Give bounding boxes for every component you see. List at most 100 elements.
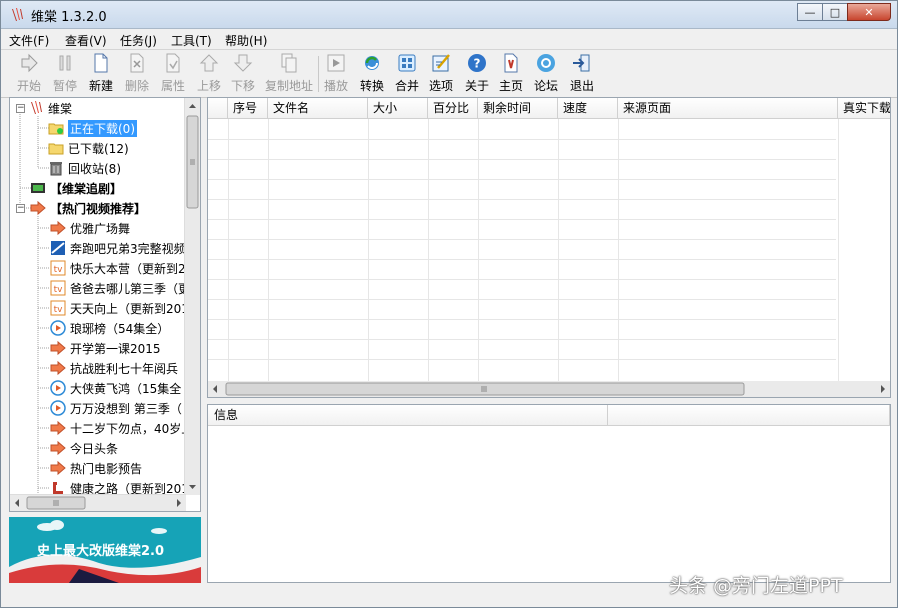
- pause-button[interactable]: 暂停: [53, 52, 77, 96]
- menu-tools[interactable]: 工具(T): [171, 32, 212, 49]
- start-button[interactable]: 开始: [17, 52, 41, 96]
- tree-hot-item[interactable]: 万万没想到 第三季（: [50, 398, 182, 418]
- info-header[interactable]: 信息: [208, 405, 608, 426]
- grid-line: [838, 119, 839, 381]
- maximize-button[interactable]: □: [822, 3, 848, 21]
- list-horizontal-scrollbar[interactable]: [208, 381, 890, 397]
- column-header-real-download[interactable]: 真实下载: [838, 98, 890, 119]
- tree-item-downloaded[interactable]: 已下载(12): [48, 138, 129, 158]
- svg-text:tv: tv: [54, 285, 64, 295]
- tree-item-hot-videos[interactable]: 【热门视频推荐】: [30, 198, 146, 218]
- tree-item-label: 优雅广场舞: [70, 221, 131, 236]
- playback-icon: [327, 54, 345, 72]
- merge-button[interactable]: 合并: [395, 52, 419, 96]
- tv-series-icon: [31, 183, 45, 193]
- menu-file[interactable]: 文件(F): [9, 32, 49, 49]
- minimize-button[interactable]: —: [797, 3, 823, 21]
- delete-button[interactable]: 删除: [125, 52, 149, 96]
- menu-help[interactable]: 帮助(H): [225, 32, 267, 49]
- tree-collapse-toggle[interactable]: −: [16, 104, 25, 113]
- info-panel[interactable]: 信息: [207, 404, 891, 583]
- column-header-size[interactable]: 大小: [368, 98, 428, 119]
- tree-hot-item[interactable]: 优雅广场舞: [50, 218, 130, 238]
- tree-item-recycle-bin[interactable]: 回收站(8): [48, 158, 121, 178]
- column-header-index[interactable]: 序号: [228, 98, 268, 119]
- homepage-button[interactable]: 主页: [499, 52, 523, 96]
- grid-line: [208, 179, 836, 180]
- tree-hot-item[interactable]: 今日头条: [50, 438, 118, 458]
- app-logo-icon: [31, 101, 42, 114]
- trash-icon: [50, 162, 62, 176]
- column-header-speed[interactable]: 速度: [558, 98, 618, 119]
- tree-hot-item[interactable]: tv 爸爸去哪儿第三季（更: [50, 278, 190, 298]
- grid-line: [208, 219, 836, 220]
- info-header-extra[interactable]: [608, 405, 890, 426]
- tree-hot-item[interactable]: 抗战胜利七十年阅兵: [50, 358, 178, 378]
- tree-hot-item[interactable]: 奔跑吧兄弟3完整视频: [50, 238, 186, 258]
- options-button[interactable]: 选项: [429, 52, 453, 96]
- play-icon: [21, 53, 38, 73]
- arrow-right-icon: [50, 440, 66, 456]
- tree-vertical-scrollbar[interactable]: [184, 98, 200, 495]
- copy-address-button[interactable]: 复制地址: [265, 52, 313, 96]
- title-bar[interactable]: 维棠 1.3.2.0 — □ ✕: [1, 1, 897, 29]
- column-header-remaining-time[interactable]: 剩余时间: [478, 98, 558, 119]
- exit-button[interactable]: 退出: [570, 52, 594, 96]
- tree-item-label: 回收站(8): [68, 161, 121, 176]
- copy-address-icon: [281, 53, 297, 73]
- about-icon: ?: [468, 54, 486, 72]
- tree-hot-item[interactable]: 大侠黄飞鸿（15集全: [50, 378, 181, 398]
- move-up-icon: [199, 54, 219, 72]
- tree-item-label: 【维棠追剧】: [50, 181, 123, 196]
- scrollbar-graphics: [15, 496, 181, 510]
- tv-icon: tv: [50, 300, 66, 316]
- convert-icon: [365, 56, 379, 70]
- column-header-select[interactable]: [208, 98, 228, 119]
- download-list[interactable]: 序号 文件名 大小 百分比 剩余时间 速度 来源页面 真实下载: [207, 97, 891, 398]
- tree-item-label: 快乐大本营（更新到2: [70, 261, 186, 276]
- tree-hot-item[interactable]: tv 快乐大本营（更新到2: [50, 258, 186, 278]
- tree-hot-item[interactable]: 热门电影预告: [50, 458, 142, 478]
- tree-item-label: 十二岁下勿点，40岁上: [70, 421, 194, 436]
- new-button[interactable]: 新建: [89, 52, 113, 96]
- about-button[interactable]: ? 关于: [465, 52, 489, 96]
- play-button[interactable]: 播放: [324, 52, 348, 96]
- convert-button[interactable]: 转换: [360, 52, 384, 96]
- arrow-right-icon: [50, 460, 66, 476]
- properties-icon: [166, 53, 180, 73]
- category-tree[interactable]: − − 维棠 正在下载(0) 已下载(12) 回收站(8) 【维棠追剧】 【热门…: [9, 97, 201, 512]
- move-up-button[interactable]: 上移: [197, 52, 221, 96]
- tree-hot-item[interactable]: 十二岁下勿点，40岁上: [50, 418, 193, 438]
- tv-icon: tv: [50, 280, 66, 296]
- properties-button[interactable]: 属性: [161, 52, 185, 96]
- move-down-button[interactable]: 下移: [231, 52, 255, 96]
- tv-icon: tv: [50, 260, 66, 276]
- tree-item-label: 奔跑吧兄弟3完整视频: [70, 241, 186, 256]
- tree-item-label: 正在下载(0): [68, 119, 137, 137]
- tree-item-downloading[interactable]: 正在下载(0): [48, 118, 137, 138]
- tree-horizontal-scrollbar[interactable]: [10, 494, 186, 511]
- main-window: 维棠 1.3.2.0 — □ ✕ 文件(F) 查看(V) 任务(J) 工具(T)…: [0, 0, 898, 608]
- tree-hot-item[interactable]: 开学第一课2015: [50, 338, 161, 358]
- close-button[interactable]: ✕: [847, 3, 891, 21]
- column-header-filename[interactable]: 文件名: [268, 98, 368, 119]
- menu-view[interactable]: 查看(V): [65, 32, 107, 49]
- column-header-source-page[interactable]: 来源页面: [618, 98, 838, 119]
- forum-button[interactable]: 论坛: [534, 52, 558, 96]
- tree-hot-item[interactable]: 琅琊榜（54集全）: [50, 318, 169, 338]
- menu-task[interactable]: 任务(J): [120, 32, 157, 49]
- tree-hot-item[interactable]: tv 天天向上（更新到201: [50, 298, 189, 318]
- video-site-icon: [51, 241, 65, 255]
- promo-banner[interactable]: 史上最大改版维棠2.0: [9, 517, 201, 583]
- svg-text:tv: tv: [54, 305, 64, 315]
- move-down-icon: [233, 54, 253, 72]
- grid-line: [208, 259, 836, 260]
- tree-item-drama[interactable]: 【维棠追剧】: [30, 178, 122, 198]
- tree-root[interactable]: 维棠: [28, 98, 72, 118]
- column-header-percent[interactable]: 百分比: [428, 98, 478, 119]
- grid-line: [208, 319, 836, 320]
- tree-collapse-toggle[interactable]: −: [16, 204, 25, 213]
- arrow-right-icon: [50, 360, 66, 376]
- tree-item-label: 抗战胜利七十年阅兵: [70, 361, 179, 376]
- tree-item-label: 今日头条: [70, 441, 119, 456]
